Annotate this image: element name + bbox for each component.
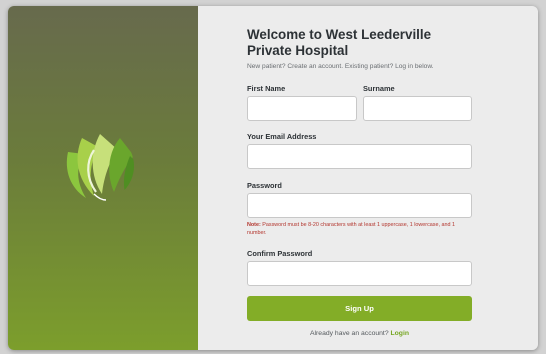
page-subtitle: New patient? Create an account. Existing… [247, 63, 434, 70]
brand-panel [8, 6, 198, 350]
login-prompt-line: Already have an account? Login [247, 330, 472, 337]
form-panel: Welcome to West Leederville Private Hosp… [198, 6, 538, 350]
password-note: Note: Password must be 8-20 characters w… [247, 221, 474, 237]
email-label: Your Email Address [247, 132, 317, 141]
login-link[interactable]: Login [391, 330, 410, 337]
confirm-password-label: Confirm Password [247, 249, 313, 258]
password-label: Password [247, 181, 282, 190]
first-name-label: First Name [247, 84, 286, 93]
password-input[interactable] [247, 193, 472, 218]
login-prompt-text: Already have an account? [310, 330, 389, 337]
note-text: Password must be 8-20 characters with at… [247, 222, 455, 236]
surname-label: Surname [363, 84, 395, 93]
email-input[interactable] [247, 144, 472, 169]
first-name-input[interactable] [247, 96, 357, 121]
sign-up-button[interactable]: Sign Up [247, 296, 472, 321]
surname-input[interactable] [363, 96, 472, 121]
confirm-password-input[interactable] [247, 261, 472, 286]
leaf-flame-logo-icon [66, 134, 134, 201]
note-prefix: Note: [247, 222, 261, 228]
signup-window: Welcome to West Leederville Private Hosp… [8, 6, 538, 350]
page-title: Welcome to West Leederville Private Hosp… [247, 27, 432, 58]
